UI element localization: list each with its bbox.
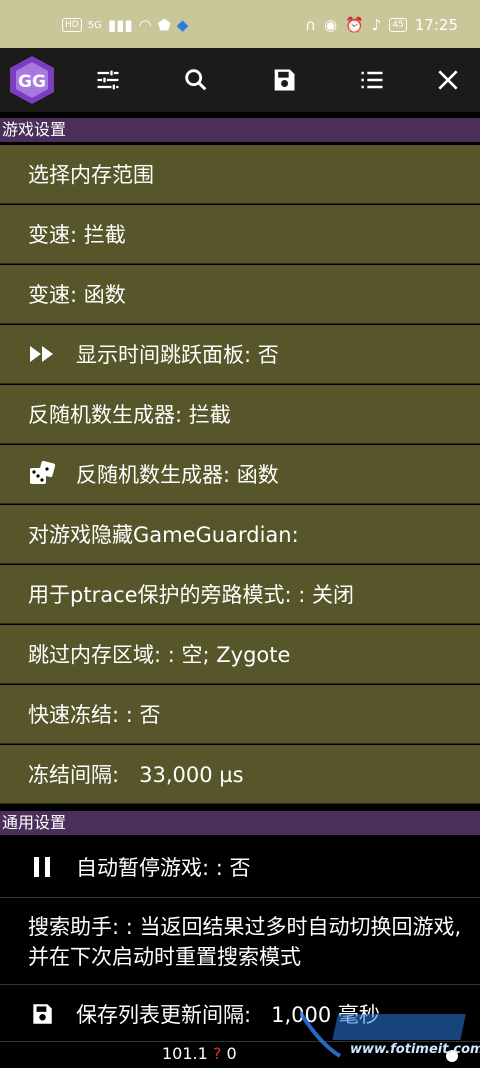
security-icon: ◆ bbox=[176, 16, 189, 34]
item-label: 跳过内存区域: : 空; Zygote bbox=[28, 643, 291, 667]
item-label: 变速: 拦截 bbox=[28, 223, 126, 247]
section-header-game-settings: 游戏设置 bbox=[0, 118, 480, 142]
headphones-icon: ∩ bbox=[304, 16, 316, 34]
watermark-site: www.fotimeit.com bbox=[350, 1042, 480, 1057]
battery-indicator: 45 bbox=[389, 18, 407, 32]
pause-icon bbox=[28, 853, 56, 881]
eye-icon: ◉ bbox=[323, 16, 338, 34]
signal-icon: ▮▮▮ bbox=[107, 16, 133, 34]
game-setting-item[interactable]: 用于ptrace保护的旁路模式: : 关闭 bbox=[0, 565, 480, 624]
item-label: 冻结间隔: 33,000 µs bbox=[28, 763, 244, 787]
signal-type: 5G bbox=[87, 19, 102, 31]
watermark: www.fotimeit.com bbox=[298, 1004, 480, 1064]
game-setting-item[interactable]: 变速: 拦截 bbox=[0, 205, 480, 264]
game-setting-item[interactable]: 对游戏隐藏GameGuardian: bbox=[0, 505, 480, 564]
item-label: 对游戏隐藏GameGuardian: bbox=[28, 523, 299, 547]
search-button[interactable] bbox=[164, 48, 228, 112]
close-button[interactable] bbox=[416, 48, 480, 112]
mute-icon: ♪ bbox=[371, 16, 382, 34]
memory-stats: 101.1 ? 0 bbox=[162, 1044, 237, 1063]
fast-forward-icon bbox=[28, 340, 56, 368]
search-icon bbox=[185, 69, 207, 91]
item-label: 快速冻结: : 否 bbox=[28, 703, 161, 727]
save-icon bbox=[28, 1000, 56, 1028]
stat-marker: ? bbox=[212, 1044, 222, 1063]
settings-sliders-button[interactable] bbox=[76, 48, 140, 112]
general-setting-item[interactable]: 搜索助手: : 当返回结果过多时自动切换回游戏, 并在下次启动时重置搜索模式 bbox=[0, 899, 480, 985]
shield-icon: ⬟ bbox=[157, 16, 171, 34]
status-bar: HD 5G ▮▮▮ ◠ ⬟ ◆ ∩ ◉ ⏰ ♪ 45 17:25 bbox=[0, 0, 480, 48]
clock: 17:25 bbox=[414, 16, 458, 34]
general-setting-item[interactable]: 自动暂停游戏: : 否 bbox=[0, 836, 480, 898]
save-button[interactable] bbox=[252, 48, 316, 112]
section-header-general-settings: 通用设置 bbox=[0, 811, 480, 835]
game-setting-item[interactable]: 反随机数生成器: 拦截 bbox=[0, 385, 480, 444]
game-setting-item[interactable]: 跳过内存区域: : 空; Zygote bbox=[0, 625, 480, 684]
list-icon bbox=[361, 71, 383, 89]
hd-indicator: HD bbox=[62, 18, 82, 32]
stat-value: 101.1 bbox=[162, 1044, 208, 1063]
sliders-icon bbox=[97, 70, 119, 90]
game-setting-item[interactable]: 显示时间跳跃面板: 否 bbox=[0, 325, 480, 384]
save-icon bbox=[274, 69, 295, 91]
item-label: 选择内存范围 bbox=[28, 163, 154, 187]
item-label: 搜索助手: : 当返回结果过多时自动切换回游戏, 并在下次启动时重置搜索模式 bbox=[28, 914, 462, 969]
game-setting-item[interactable]: 反随机数生成器: 函数 bbox=[0, 445, 480, 504]
close-icon bbox=[438, 70, 458, 90]
game-setting-item[interactable]: 变速: 函数 bbox=[0, 265, 480, 324]
dice-icon bbox=[28, 460, 56, 488]
list-button[interactable] bbox=[340, 48, 404, 112]
toolbar: GG bbox=[0, 48, 480, 112]
svg-text:GG: GG bbox=[18, 72, 46, 92]
game-setting-item[interactable]: 快速冻结: : 否 bbox=[0, 685, 480, 744]
gameguardian-logo-icon[interactable]: GG bbox=[6, 54, 58, 106]
alarm-icon: ⏰ bbox=[345, 16, 364, 34]
item-label: 变速: 函数 bbox=[28, 283, 126, 307]
wifi-icon: ◠ bbox=[138, 16, 152, 34]
item-label: 用于ptrace保护的旁路模式: : 关闭 bbox=[28, 583, 355, 607]
game-setting-item[interactable]: 选择内存范围 bbox=[0, 145, 480, 204]
game-setting-item[interactable]: 冻结间隔: 33,000 µs bbox=[0, 745, 480, 804]
item-label: 反随机数生成器: 拦截 bbox=[28, 403, 231, 427]
stat-count: 0 bbox=[226, 1044, 237, 1063]
